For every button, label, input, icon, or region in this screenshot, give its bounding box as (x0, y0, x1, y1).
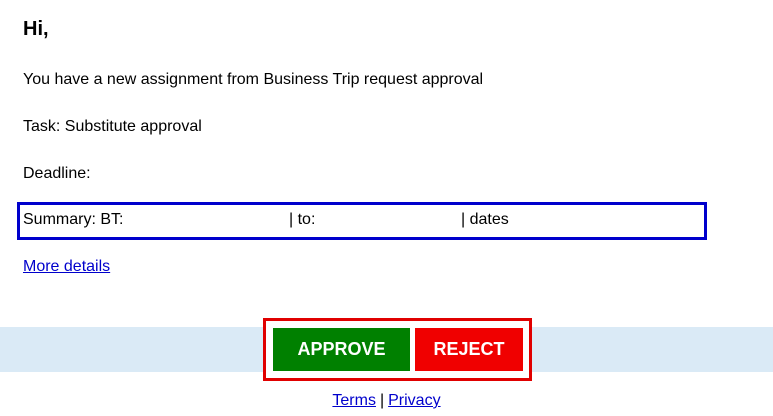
summary-box: Summary: BT: | to: | dates (17, 202, 707, 240)
task-text: Task: Substitute approval (23, 118, 202, 135)
intro-text: You have a new assignment from Business … (23, 71, 484, 88)
more-details-link[interactable]: More details (23, 258, 110, 276)
privacy-link[interactable]: Privacy (388, 392, 440, 409)
footer-separator: | (379, 392, 385, 409)
greeting: Hi, (23, 18, 49, 40)
action-buttons-box: APPROVE REJECT (263, 318, 532, 381)
reject-button[interactable]: REJECT (415, 328, 523, 371)
deadline-text: Deadline: (23, 165, 91, 182)
approve-button[interactable]: APPROVE (273, 328, 410, 371)
summary-label: Summary: BT: (23, 211, 124, 228)
summary-to: | to: (289, 211, 316, 228)
terms-link[interactable]: Terms (332, 392, 376, 409)
summary-dates: | dates (461, 211, 509, 228)
footer: Terms | Privacy (0, 392, 773, 410)
